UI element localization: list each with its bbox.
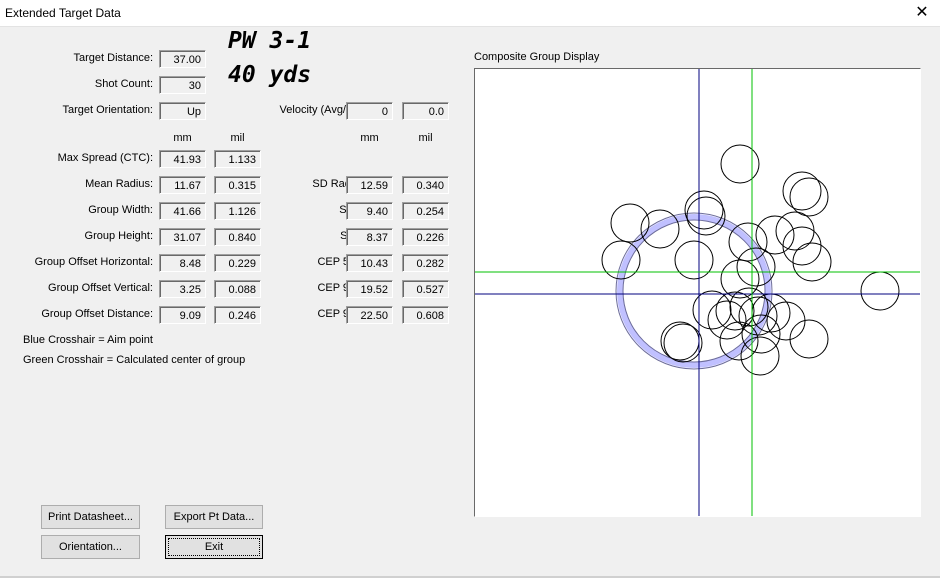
- stat-mm: 8.37: [346, 228, 393, 246]
- stat-mm: 9.09: [159, 306, 206, 324]
- stat-mm: 19.52: [346, 280, 393, 298]
- shot-hole: [766, 301, 806, 341]
- stat-mm: 3.25: [159, 280, 206, 298]
- shot-hole: [751, 293, 791, 333]
- shot-hole: [789, 319, 829, 359]
- target-orientation-label: Target Orientation:: [62, 104, 154, 116]
- target-name: PW 3-1: [228, 28, 312, 54]
- stat-label: Group Height:: [84, 230, 153, 242]
- group-plot: [475, 69, 920, 516]
- stat-label: Group Offset Vertical:: [48, 282, 153, 294]
- shot-hole: [860, 271, 900, 311]
- shot-hole: [610, 203, 650, 243]
- shot-hole: [740, 336, 780, 376]
- stat-mm: 22.50: [346, 306, 393, 324]
- col-header-mil-left: mil: [230, 132, 245, 144]
- stat-mm: 8.48: [159, 254, 206, 272]
- shot-hole: [663, 323, 703, 363]
- shot-hole: [707, 300, 747, 340]
- shot-hole: [674, 240, 714, 280]
- legend-blue: Blue Crosshair = Aim point: [23, 334, 153, 346]
- shot-count-field: 30: [159, 76, 206, 94]
- stat-label: Mean Radius:: [85, 178, 153, 190]
- stat-mil: 0.315: [214, 176, 261, 194]
- shot-hole: [782, 171, 822, 211]
- stat-mil: 0.088: [214, 280, 261, 298]
- shot-count-label: Shot Count:: [94, 78, 153, 90]
- stat-mil: 0.840: [214, 228, 261, 246]
- export-pt-data-button[interactable]: Export Pt Data...: [165, 505, 263, 529]
- col-header-mil-right: mil: [418, 132, 433, 144]
- velocity-avg-field: 0: [346, 102, 393, 120]
- stat-mil: 0.246: [214, 306, 261, 324]
- stat-mm: 11.67: [159, 176, 206, 194]
- stat-mil: 0.527: [402, 280, 449, 298]
- exit-button[interactable]: Exit: [165, 535, 263, 559]
- stat-mm: 41.93: [159, 150, 206, 168]
- col-header-mm-left: mm: [173, 132, 192, 144]
- window-title: Extended Target Data: [5, 6, 121, 20]
- stat-label: Group Offset Distance:: [41, 308, 153, 320]
- stat-label: Group Offset Horizontal:: [34, 256, 153, 268]
- composite-group-label: Composite Group Display: [474, 51, 600, 63]
- stat-label: Group Width:: [88, 204, 153, 216]
- stat-mm: 10.43: [346, 254, 393, 272]
- stat-label: Max Spread (CTC):: [57, 152, 153, 164]
- stat-mil: 0.226: [402, 228, 449, 246]
- stat-mil: 0.340: [402, 176, 449, 194]
- col-header-mm-right: mm: [360, 132, 379, 144]
- shot-hole: [720, 144, 760, 184]
- stat-mm: 9.40: [346, 202, 393, 220]
- stat-mil: 0.282: [402, 254, 449, 272]
- shot-hole: [789, 177, 829, 217]
- stat-mil: 0.254: [402, 202, 449, 220]
- print-datasheet-button[interactable]: Print Datasheet...: [41, 505, 140, 529]
- mean-radius-ring: [615, 212, 773, 370]
- stat-mil: 0.608: [402, 306, 449, 324]
- orientation-button[interactable]: Orientation...: [41, 535, 140, 559]
- target-orientation-field: Up: [159, 102, 206, 120]
- title-bar: Extended Target Data ✕: [0, 0, 940, 27]
- target-distance-label: Target Distance:: [73, 52, 153, 64]
- stat-mil: 0.229: [214, 254, 261, 272]
- stat-mm: 31.07: [159, 228, 206, 246]
- velocity-sd-field: 0.0: [402, 102, 449, 120]
- legend-green: Green Crosshair = Calculated center of g…: [23, 354, 246, 366]
- stat-mm: 41.66: [159, 202, 206, 220]
- shot-hole: [775, 211, 815, 251]
- stat-mil: 1.126: [214, 202, 261, 220]
- shot-hole: [660, 321, 700, 361]
- target-distance-field: 37.00: [159, 50, 206, 68]
- stat-mil: 1.133: [214, 150, 261, 168]
- composite-group-display: [474, 68, 921, 517]
- close-icon[interactable]: ✕: [904, 0, 940, 26]
- stat-mm: 12.59: [346, 176, 393, 194]
- target-range: 40 yds: [228, 62, 312, 88]
